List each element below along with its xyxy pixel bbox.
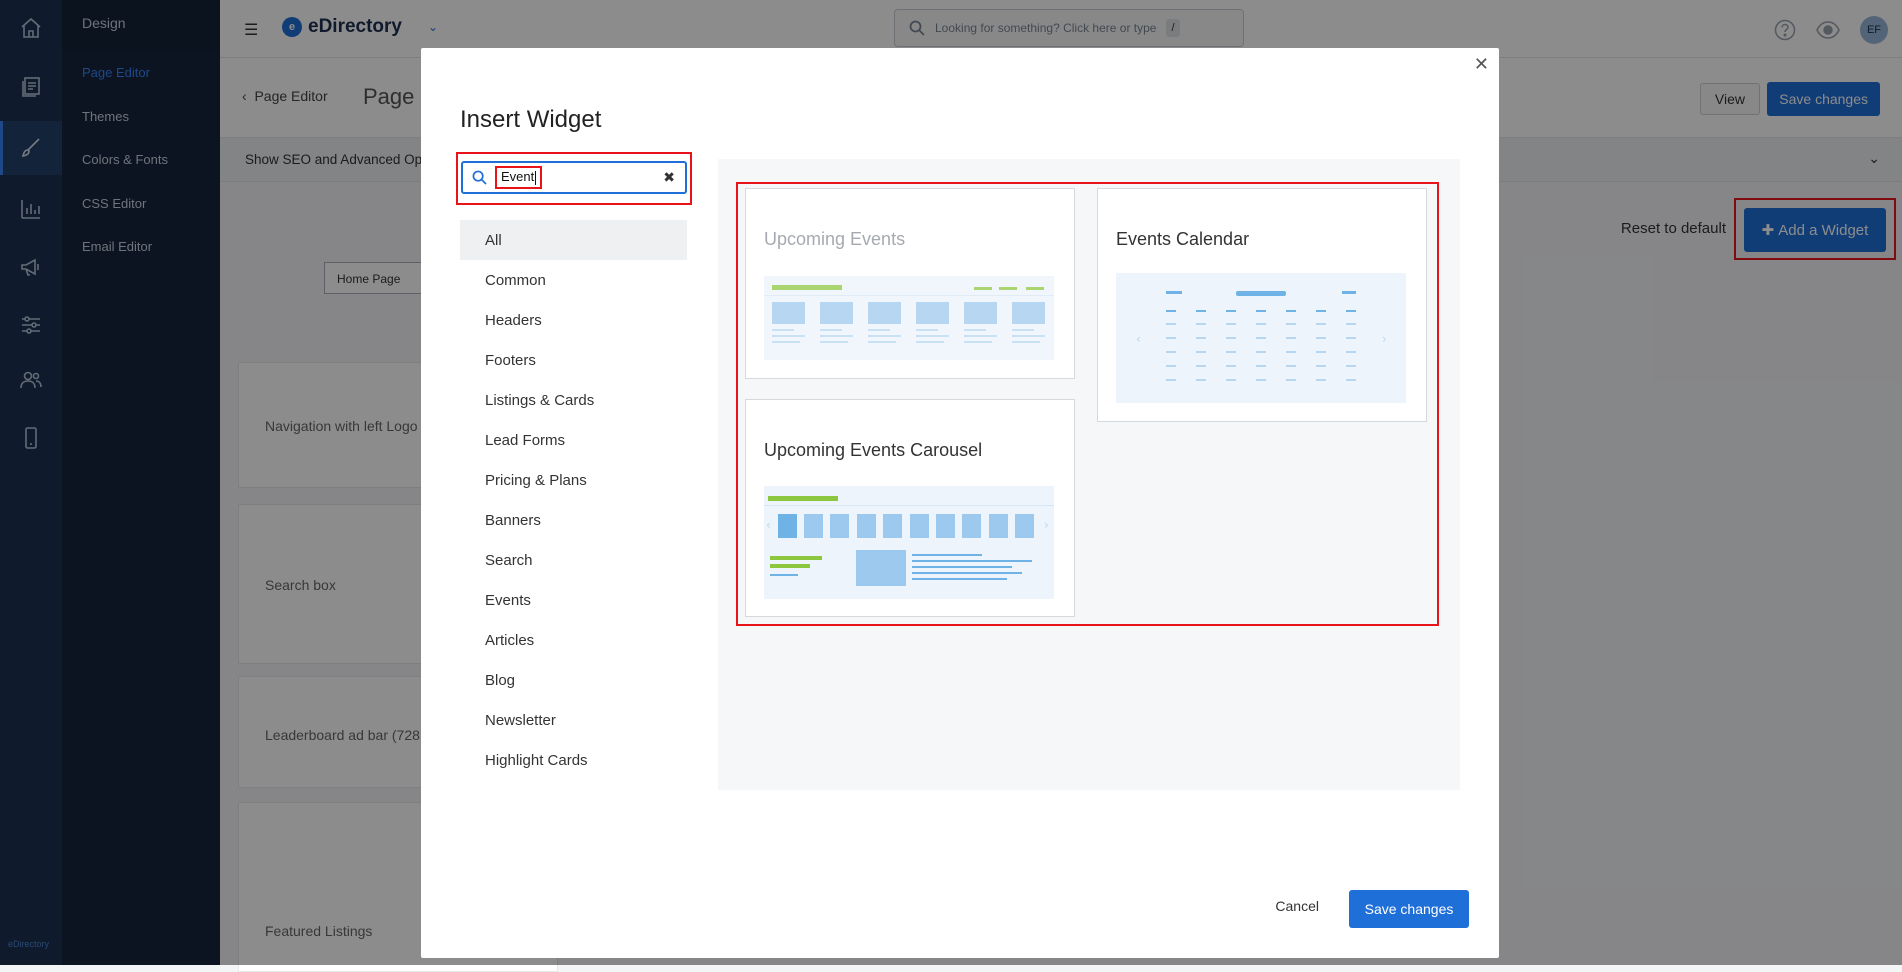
category-item-highlight-cards[interactable]: Highlight Cards [460, 740, 687, 780]
modal-save-changes-button[interactable]: Save changes [1349, 890, 1469, 928]
widget-results-highlight: Upcoming Events [736, 182, 1439, 626]
category-item-pricing-plans[interactable]: Pricing & Plans [460, 460, 687, 500]
category-item-events[interactable]: Events [460, 580, 687, 620]
widget-search-input[interactable]: Event ✖ [461, 161, 687, 194]
widget-search-highlight: Event ✖ [456, 152, 692, 205]
category-item-search[interactable]: Search [460, 540, 687, 580]
category-item-footers[interactable]: Footers [460, 340, 687, 380]
svg-text:‹: ‹ [1136, 332, 1141, 346]
category-item-lead-forms[interactable]: Lead Forms [460, 420, 687, 460]
category-item-common[interactable]: Common [460, 260, 687, 300]
svg-text:›: › [1382, 332, 1387, 346]
events-carousel-thumbnail: ‹ › [764, 486, 1054, 599]
widget-card-title: Upcoming Events [764, 229, 905, 250]
clear-search-icon[interactable]: ✖ [663, 169, 675, 186]
category-item-newsletter[interactable]: Newsletter [460, 700, 687, 740]
modal-title: Insert Widget [460, 106, 601, 134]
widget-card-title: Upcoming Events Carousel [764, 440, 982, 461]
widget-card-upcoming-events[interactable]: Upcoming Events [745, 188, 1075, 379]
events-calendar-thumbnail: ‹ › [1116, 273, 1406, 403]
category-item-blog[interactable]: Blog [460, 660, 687, 700]
search-value-highlight: Event [495, 166, 542, 189]
category-item-articles[interactable]: Articles [460, 620, 687, 660]
close-icon[interactable]: ✕ [1474, 54, 1489, 75]
widget-grid-panel: Upcoming Events [718, 159, 1460, 790]
category-item-listings-cards[interactable]: Listings & Cards [460, 380, 687, 420]
widget-card-events-calendar[interactable]: Events Calendar ‹ › [1097, 188, 1427, 422]
search-icon [472, 170, 487, 185]
category-item-banners[interactable]: Banners [460, 500, 687, 540]
svg-text:‹: ‹ [766, 518, 771, 532]
widget-card-upcoming-events-carousel[interactable]: Upcoming Events Carousel ‹ › [745, 399, 1075, 617]
widget-search-value: Event [501, 169, 534, 184]
upcoming-events-thumbnail [764, 276, 1054, 360]
widget-card-title: Events Calendar [1116, 229, 1249, 250]
category-item-all[interactable]: All [460, 220, 687, 260]
cancel-button[interactable]: Cancel [1275, 898, 1319, 914]
category-list: All Common Headers Footers Listings & Ca… [460, 220, 687, 780]
insert-widget-modal: ✕ Insert Widget Event ✖ All Common Heade… [421, 48, 1499, 958]
svg-text:›: › [1044, 518, 1049, 532]
category-item-headers[interactable]: Headers [460, 300, 687, 340]
